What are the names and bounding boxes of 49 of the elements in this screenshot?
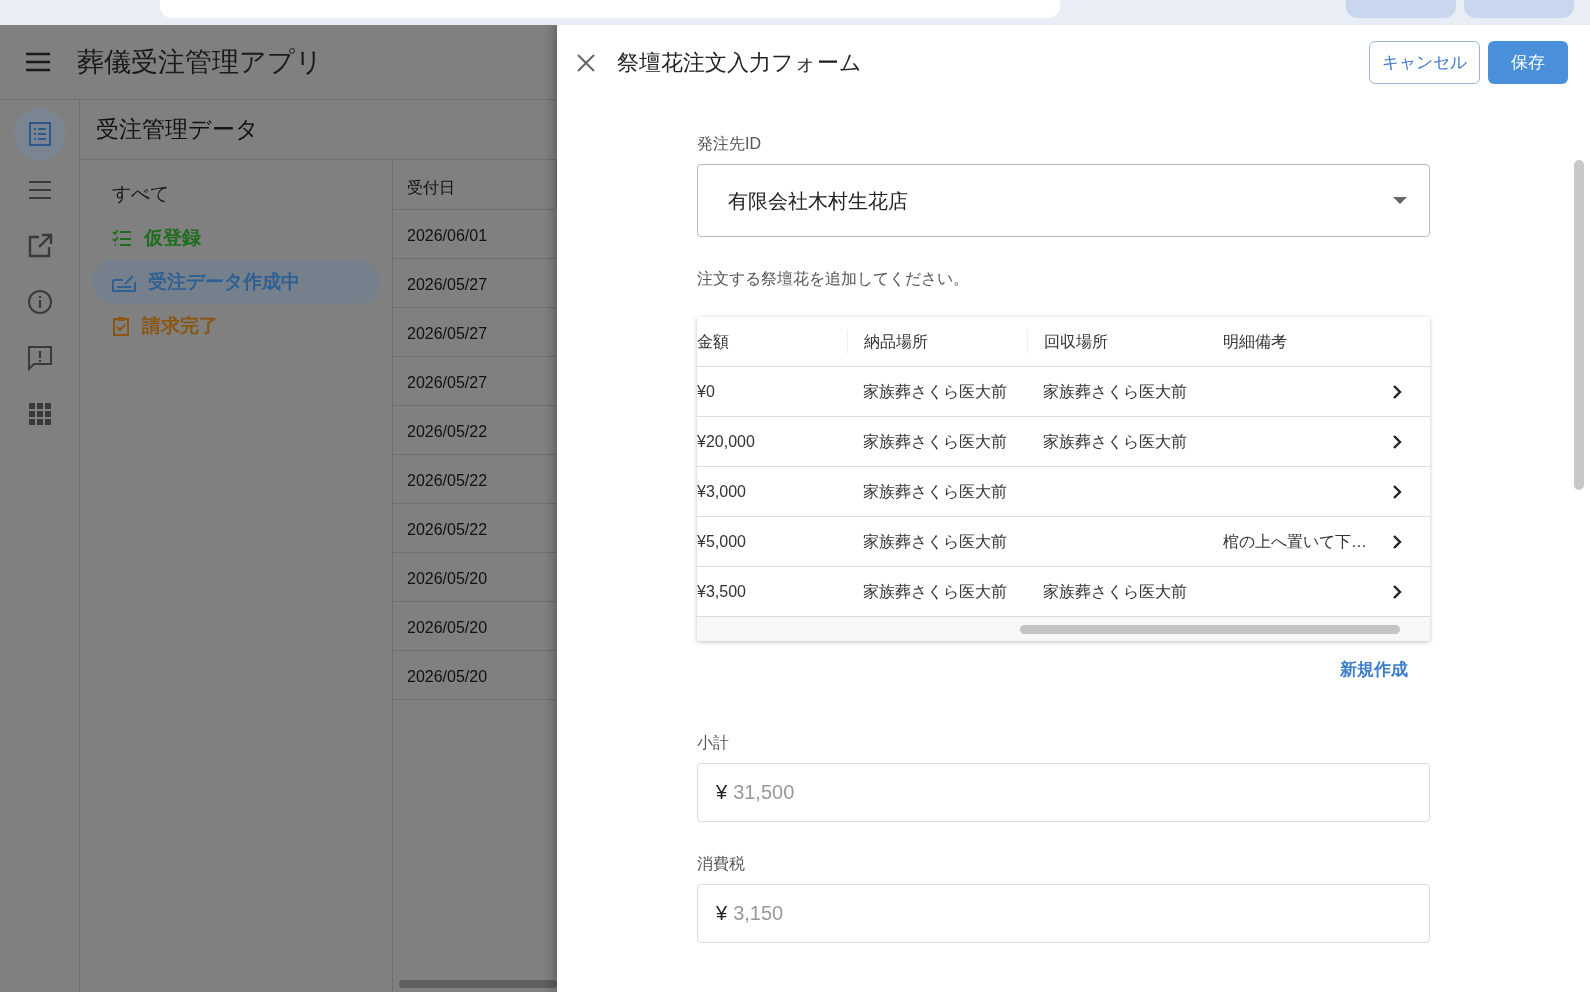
supplier-dropdown[interactable]: 有限会社木村生花店 — [697, 164, 1430, 237]
edit-document-icon — [112, 272, 136, 292]
table-cell: 家族葬さくら医大前 — [863, 432, 1007, 450]
app-title: 葬儀受注管理アプリ — [77, 45, 323, 79]
column-header: 金額 — [697, 331, 730, 352]
column-header: 明細備考 — [1222, 331, 1288, 352]
table-cell: 家族葬さくら医大前 — [863, 482, 1007, 500]
column-header: 納品場所 — [847, 329, 1027, 354]
table-cell: 家族葬さくら医大前 — [1043, 582, 1187, 600]
table-cell: 棺の上へ置いて下… — [1223, 532, 1367, 550]
chevron-right-icon[interactable] — [1392, 434, 1402, 449]
chevron-right-icon[interactable] — [1392, 584, 1402, 599]
new-item-link[interactable]: 新規作成 — [1340, 657, 1408, 683]
menu-icon[interactable] — [25, 52, 51, 72]
scrollbar[interactable] — [1020, 624, 1400, 634]
feedback-icon — [26, 345, 53, 371]
apps-icon — [26, 401, 53, 427]
helper-text: 注文する祭壇花を追加してください。 — [697, 269, 970, 289]
scrollbar[interactable] — [399, 980, 557, 988]
list-icon — [26, 121, 53, 147]
table-cell: ¥0 — [697, 382, 715, 400]
form-title: 祭壇花注文入力フォーム — [617, 49, 862, 77]
table-cell: 家族葬さくら医大前 — [863, 582, 1007, 600]
save-button[interactable]: 保存 — [1488, 40, 1568, 85]
table-cell: 家族葬さくら医大前 — [863, 532, 1007, 550]
info-icon — [26, 289, 53, 315]
table-cell: 家族葬さくら医大前 — [1043, 432, 1187, 450]
chevron-right-icon[interactable] — [1392, 534, 1402, 549]
section-title: 受注管理データ — [96, 115, 259, 145]
table-cell: 家族葬さくら医大前 — [863, 382, 1007, 400]
field-label: 発注先ID — [697, 134, 762, 154]
external-link-icon — [26, 233, 53, 259]
column-header: 回収場所 — [1027, 329, 1207, 354]
scrollbar[interactable] — [1574, 160, 1584, 490]
chevron-right-icon[interactable] — [1392, 384, 1402, 399]
checklist-icon — [112, 228, 132, 248]
field-label: 小計 — [697, 732, 730, 753]
close-icon[interactable] — [577, 53, 595, 72]
table-cell: ¥5,000 — [697, 532, 746, 550]
clipboard-check-icon — [112, 316, 130, 336]
table-cell: ¥3,000 — [697, 482, 746, 500]
field-label: 消費税 — [697, 853, 746, 874]
table-cell: 家族葬さくら医大前 — [1043, 382, 1187, 400]
caret-icon — [1393, 197, 1407, 204]
table-cell: ¥20,000 — [697, 432, 755, 450]
chevron-right-icon[interactable] — [1392, 484, 1402, 499]
filter-item[interactable]: すべて — [92, 172, 380, 216]
table-cell: ¥3,500 — [697, 582, 746, 600]
cancel-button[interactable]: キャンセル — [1369, 40, 1480, 85]
